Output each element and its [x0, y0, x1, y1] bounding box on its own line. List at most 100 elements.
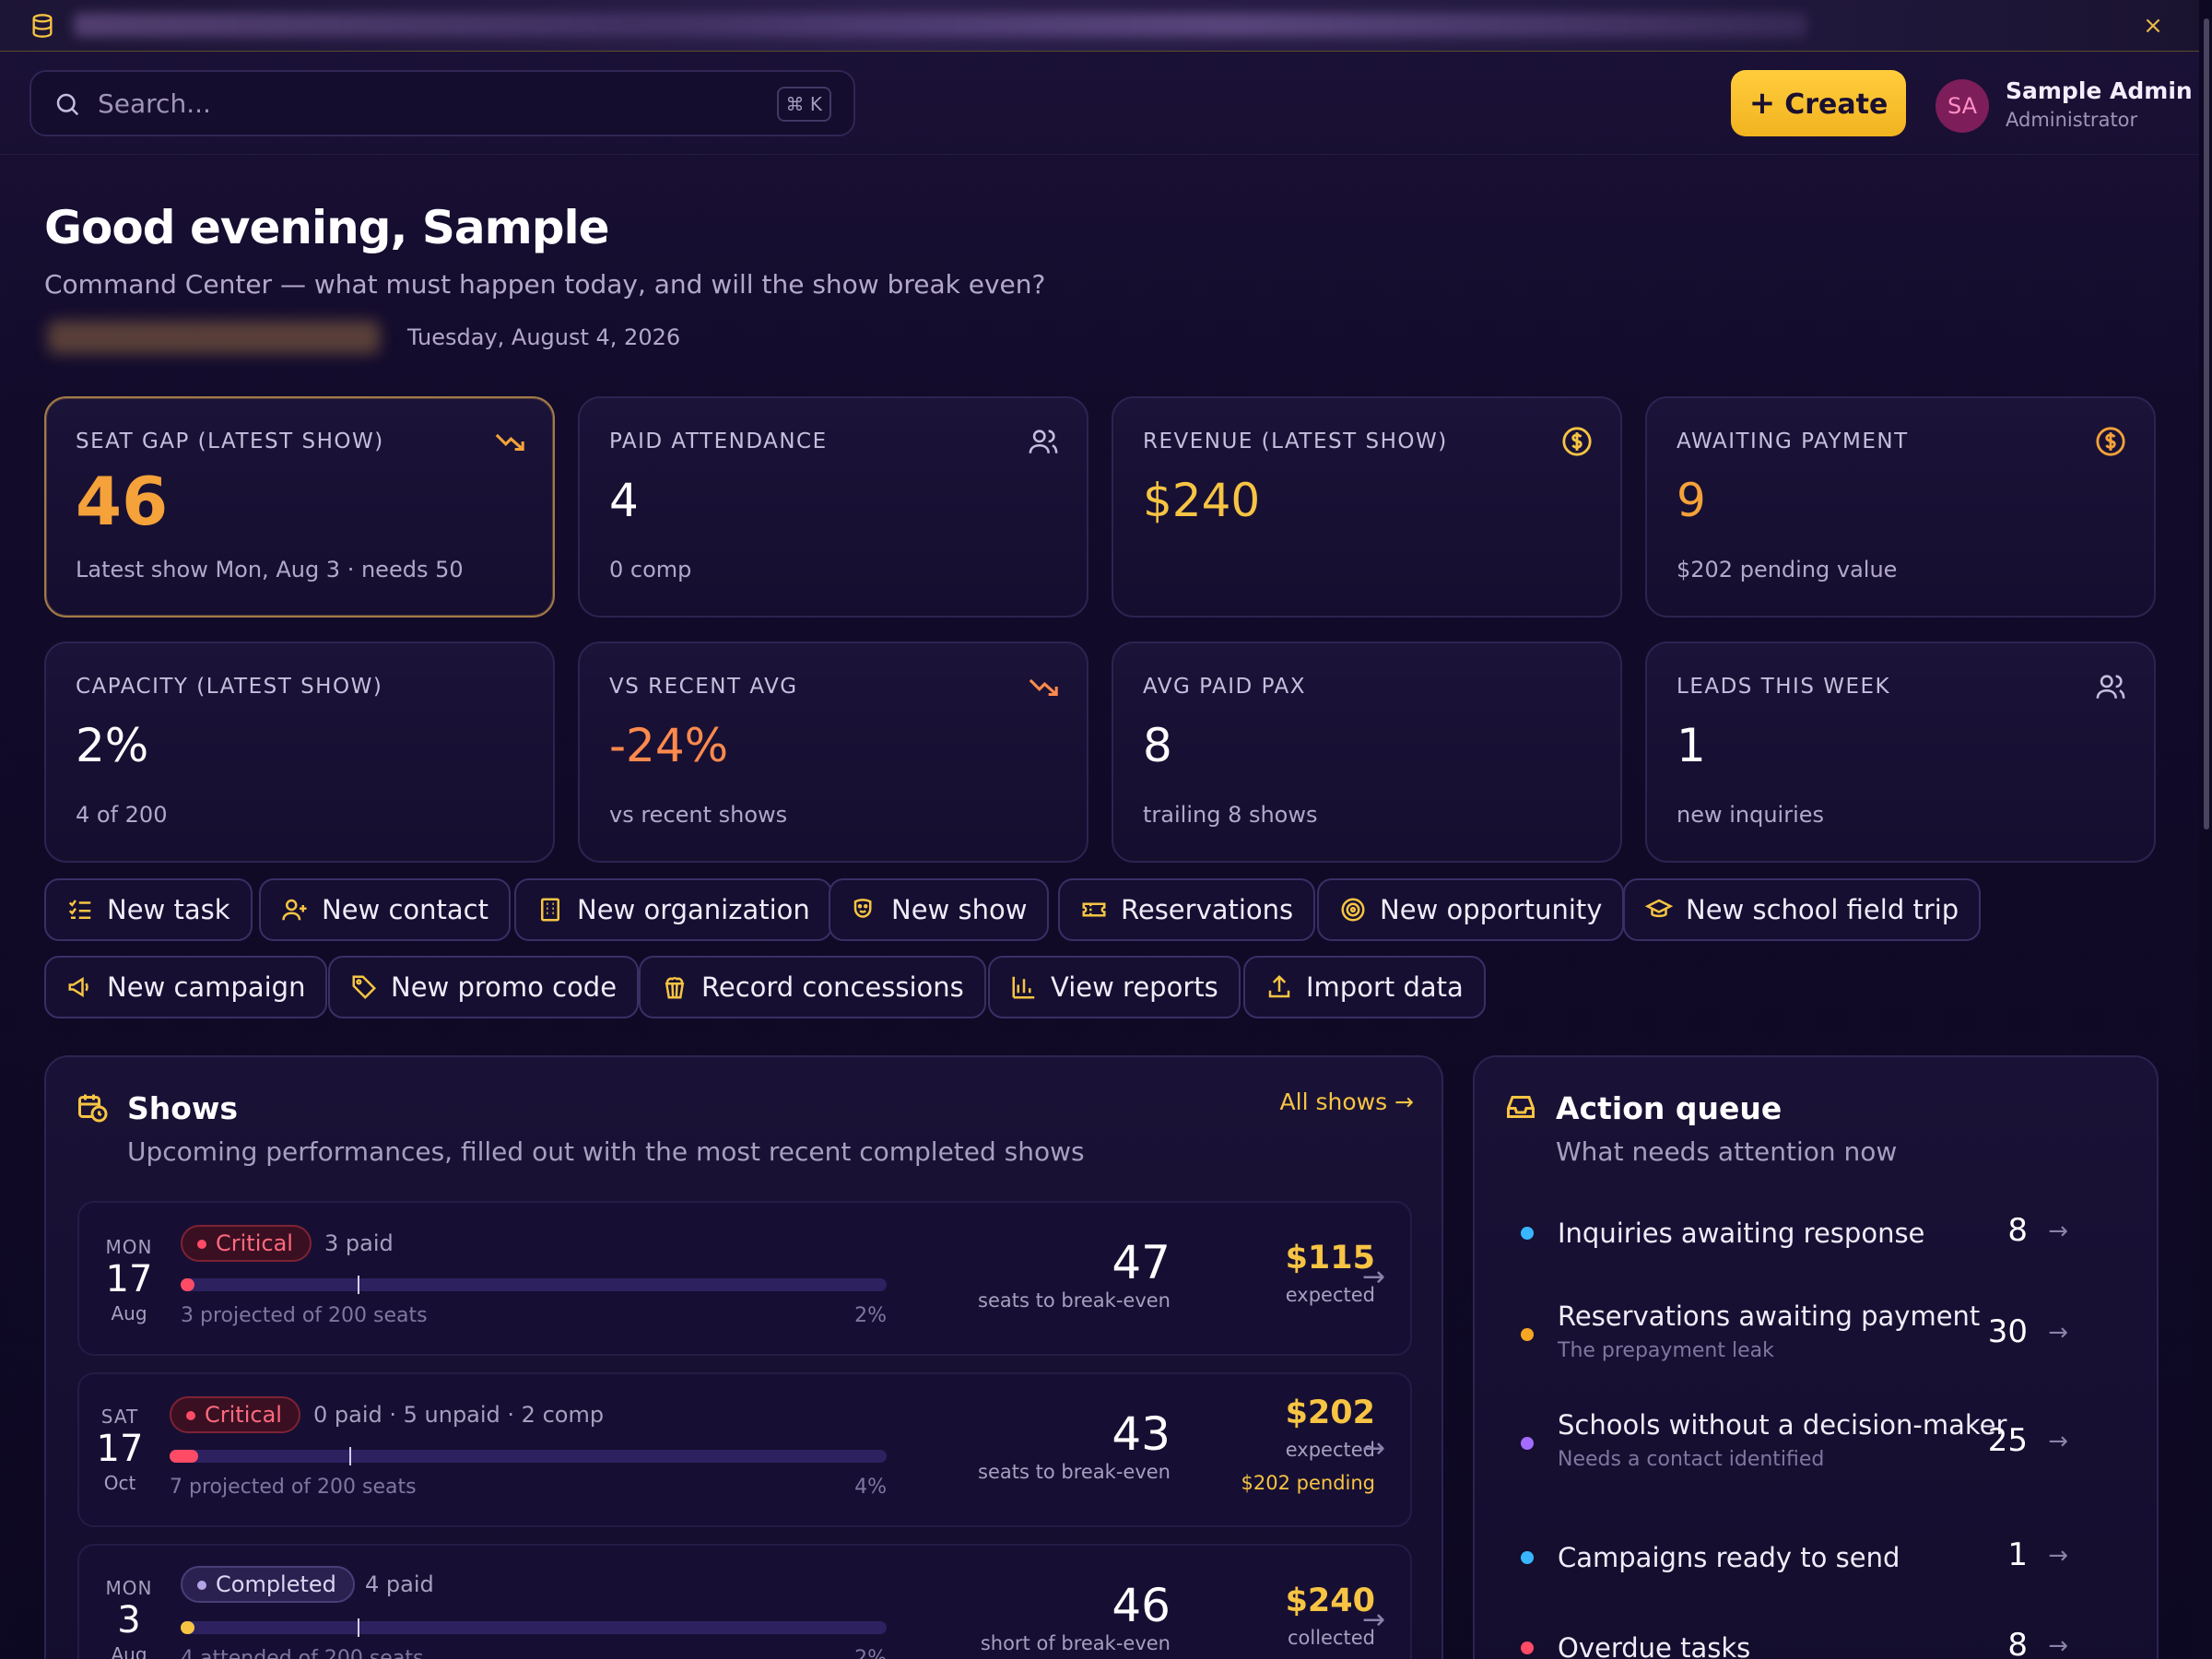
action-item-campaigns[interactable]: Campaigns ready to send 1 → [1502, 1529, 2092, 1594]
create-button[interactable]: + Create [1731, 70, 1906, 136]
action-sublabel: The prepayment leak [1558, 1339, 1774, 1362]
action-label: Schools without a decision-maker [1558, 1409, 2007, 1441]
stat-value: 2% [76, 719, 149, 772]
stat-value: 46 [76, 463, 169, 540]
stat-value: 4 [609, 474, 639, 527]
revenue-note: expected [1285, 1284, 1375, 1306]
arrow-right-icon[interactable]: → [2048, 1542, 2068, 1570]
qa-label: New opportunity [1380, 894, 1603, 925]
action-item-reservations[interactable]: Reservations awaiting payment The prepay… [1502, 1300, 2092, 1374]
stat-card-revenue[interactable]: REVENUE (LATEST SHOW) $240 [1112, 396, 1622, 618]
theater-mask-icon [853, 899, 872, 918]
status-dot [197, 1240, 206, 1249]
stat-card-avg-paid-pax[interactable]: AVG PAID PAX 8 trailing 8 shows [1112, 641, 1622, 863]
stat-label: AVG PAID PAX [1143, 675, 1306, 699]
show-row[interactable]: MON 3 Aug Completed 4 paid 4 attended of… [77, 1544, 1412, 1659]
stat-note: 4 of 200 [76, 802, 168, 828]
pending-amount: $202 pending [1241, 1472, 1375, 1494]
create-label: Create [1784, 88, 1888, 121]
capacity-bar [181, 1618, 887, 1637]
database-icon [32, 14, 53, 38]
stat-label: REVENUE (LATEST SHOW) [1143, 429, 1448, 453]
break-even-marker [348, 1447, 351, 1465]
action-label: Overdue tasks [1558, 1632, 1751, 1659]
action-item-overdue[interactable]: Overdue tasks 8 → [1502, 1619, 2092, 1659]
action-sublabel: Needs a contact identified [1558, 1448, 1825, 1471]
break-even-gap: 47 [1112, 1236, 1171, 1289]
stat-card-vs-recent-avg[interactable]: VS RECENT AVG -24% vs recent shows [578, 641, 1088, 863]
stat-card-leads[interactable]: LEADS THIS WEEK 1 new inquiries [1645, 641, 2156, 863]
arrow-right-icon[interactable]: → [1362, 1435, 1390, 1463]
stat-note: 0 comp [609, 557, 692, 582]
qa-label: New organization [577, 894, 810, 925]
new-organization-button[interactable]: New organization [514, 878, 832, 941]
graduation-cap-icon [1645, 899, 1673, 918]
action-count: 30 [1987, 1313, 2028, 1350]
show-row[interactable]: SAT 17 Oct Critical 0 paid · 5 unpaid · … [77, 1372, 1412, 1527]
arrow-right-icon[interactable]: → [2048, 1218, 2068, 1245]
action-label: Inquiries awaiting response [1558, 1218, 1925, 1249]
scrollbar-thumb[interactable] [2204, 18, 2209, 830]
action-item-schools[interactable]: Schools without a decision-maker Needs a… [1502, 1409, 2092, 1483]
stat-value: 1 [1677, 719, 1706, 772]
action-count: 25 [1987, 1422, 2028, 1459]
shows-subtitle: Upcoming performances, filled out with t… [127, 1136, 1085, 1167]
new-promo-code-button[interactable]: New promo code [328, 956, 640, 1018]
stat-card-capacity[interactable]: CAPACITY (LATEST SHOW) 2% 4 of 200 [44, 641, 555, 863]
action-item-inquiries[interactable]: Inquiries awaiting response 8 → [1502, 1205, 2092, 1269]
status-dot [197, 1581, 206, 1590]
arrow-right-icon[interactable]: → [1362, 1606, 1390, 1634]
new-task-button[interactable]: New task [44, 878, 253, 941]
new-opportunity-button[interactable]: New opportunity [1317, 878, 1625, 941]
arrow-right-icon[interactable]: → [1362, 1264, 1390, 1291]
fill-percent: 4% [854, 1476, 887, 1499]
stat-card-paid-attendance[interactable]: PAID ATTENDANCE 4 0 comp [578, 396, 1088, 618]
qa-label: Record concessions [701, 971, 964, 1003]
break-even-note: seats to break-even [978, 1289, 1171, 1312]
close-icon[interactable]: × [2138, 11, 2168, 41]
stat-card-awaiting-payment[interactable]: AWAITING PAYMENT 9 $202 pending value [1645, 396, 2156, 618]
seat-projection: 4 attended of 200 seats [181, 1647, 424, 1659]
stat-note: $202 pending value [1677, 557, 1898, 582]
all-shows-link[interactable]: All shows → [1280, 1088, 1414, 1115]
revenue-note: collected [1287, 1627, 1375, 1649]
stat-card-seat-gap[interactable]: SEAT GAP (LATEST SHOW) 46 Latest show Mo… [44, 396, 555, 618]
stat-label: SEAT GAP (LATEST SHOW) [76, 429, 384, 453]
break-even-note: short of break-even [980, 1632, 1171, 1654]
new-campaign-button[interactable]: New campaign [44, 956, 328, 1018]
arrow-right-icon[interactable]: → [2048, 1319, 2068, 1347]
show-month: Oct [103, 1472, 136, 1494]
stat-value: 8 [1143, 719, 1172, 772]
capacity-fill [181, 1278, 195, 1291]
show-row[interactable]: MON 17 Aug Critical 3 paid 3 projected o… [77, 1201, 1412, 1356]
collected-revenue: $240 [1285, 1583, 1375, 1619]
status-dot [186, 1411, 195, 1420]
trending-down-icon [495, 433, 524, 452]
window-title-bar: × [0, 0, 2212, 52]
capacity-bar [181, 1276, 887, 1294]
arrow-right-icon[interactable]: → [2048, 1428, 2068, 1455]
import-data-button[interactable]: Import data [1243, 956, 1486, 1018]
search-placeholder: Search... [98, 88, 211, 119]
qa-label: New campaign [107, 971, 306, 1003]
reservations-button[interactable]: Reservations [1058, 878, 1316, 941]
tag-icon [352, 975, 377, 1000]
show-dow: SAT [100, 1406, 139, 1428]
new-school-field-trip-button[interactable]: New school field trip [1623, 878, 1982, 941]
search-input[interactable]: Search... ⌘ K [29, 70, 855, 136]
page-title: Good evening, Sample [44, 201, 610, 254]
scrollbar[interactable] [2199, 0, 2212, 1659]
qa-label: View reports [1051, 971, 1218, 1003]
avatar[interactable]: SA [1936, 79, 1989, 133]
user-name: Sample Admin [2006, 77, 2193, 104]
new-show-button[interactable]: New show [829, 878, 1050, 941]
show-day: 3 [117, 1599, 141, 1641]
action-label: Reservations awaiting payment [1558, 1300, 1981, 1332]
record-concessions-button[interactable]: Record concessions [639, 956, 986, 1018]
status-label: Completed [216, 1571, 336, 1597]
arrow-right-icon[interactable]: → [2048, 1632, 2068, 1659]
qa-label: New promo code [391, 971, 618, 1003]
new-contact-button[interactable]: New contact [259, 878, 511, 941]
qa-label: New contact [322, 894, 488, 925]
view-reports-button[interactable]: View reports [988, 956, 1241, 1018]
